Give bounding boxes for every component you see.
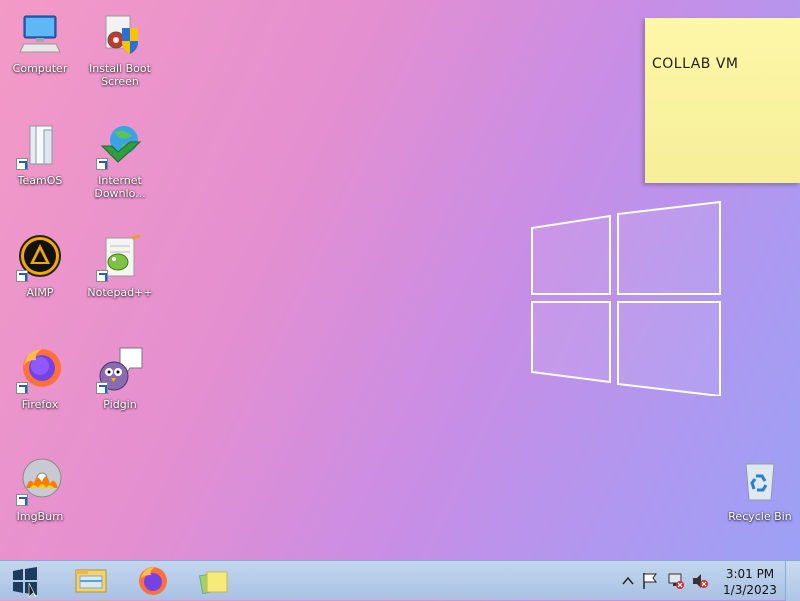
action-center-flag-icon[interactable] xyxy=(642,572,658,590)
shortcut-arrow-icon xyxy=(16,494,28,506)
desktop-icon-recycle-bin[interactable]: Recycle Bin xyxy=(720,458,800,523)
desktop: Computer Install Boot Screen TeamOS Inte… xyxy=(0,0,800,560)
sticky-note[interactable]: COLLAB VM xyxy=(645,18,800,183)
idm-globe-icon xyxy=(96,122,144,170)
desktop-icon-teamos[interactable]: TeamOS xyxy=(0,122,80,187)
icon-label: Notepad++ xyxy=(87,286,153,299)
start-orb-icon xyxy=(13,567,37,597)
recycle-bin-icon xyxy=(736,458,784,506)
shortcut-arrow-icon xyxy=(16,158,28,170)
icon-label: Internet Downlo... xyxy=(94,174,146,200)
desktop-icon-firefox[interactable]: Firefox xyxy=(0,346,80,411)
shortcut-arrow-icon xyxy=(16,270,28,282)
sticky-notes-icon xyxy=(199,571,228,595)
imgburn-disc-icon xyxy=(16,458,64,506)
shortcut-arrow-icon xyxy=(16,382,28,394)
icon-label: Pidgin xyxy=(103,398,137,411)
start-button[interactable] xyxy=(0,563,50,599)
icon-label: Install Boot Screen xyxy=(89,62,151,88)
sticky-note-text[interactable]: COLLAB VM xyxy=(652,56,739,72)
computer-icon xyxy=(16,10,64,58)
taskbar-clock[interactable]: 3:01 PM 1/3/2023 xyxy=(716,563,784,598)
icon-label: AIMP xyxy=(26,286,54,299)
installer-icon xyxy=(96,10,144,58)
desktop-icon-notepad-plus-plus[interactable]: Notepad++ xyxy=(80,234,160,299)
file-explorer-icon xyxy=(75,569,107,593)
desktop-icon-aimp[interactable]: AIMP xyxy=(0,234,80,299)
firefox-icon xyxy=(16,346,64,394)
notepad-plus-plus-icon xyxy=(96,234,144,282)
taskbar: 3:01 PM 1/3/2023 xyxy=(0,560,800,601)
icon-label: Firefox xyxy=(21,398,59,411)
desktop-icon-install-boot-screen[interactable]: Install Boot Screen xyxy=(80,10,160,88)
desktop-icon-internet-download-manager[interactable]: Internet Downlo... xyxy=(80,122,160,200)
pidgin-icon xyxy=(96,346,144,394)
icon-label: Computer xyxy=(12,62,68,75)
clock-time: 3:01 PM xyxy=(725,567,775,581)
icon-label: ImgBurn xyxy=(16,510,64,523)
windows-logo-wallpaper xyxy=(531,200,721,396)
aimp-icon xyxy=(16,234,64,282)
network-disconnected-icon[interactable] xyxy=(667,572,685,590)
desktop-icon-computer[interactable]: Computer xyxy=(0,10,80,75)
icon-label: Recycle Bin xyxy=(728,510,792,523)
firefox-icon xyxy=(139,567,167,595)
clock-date: 1/3/2023 xyxy=(723,583,777,597)
show-desktop-button[interactable] xyxy=(785,561,800,601)
taskbar-file-explorer[interactable] xyxy=(66,563,116,599)
show-hidden-icons-chevron-icon[interactable] xyxy=(622,575,634,587)
volume-muted-icon[interactable] xyxy=(691,572,709,590)
folder-icon xyxy=(16,122,64,170)
desktop-icon-imgburn[interactable]: ImgBurn xyxy=(0,458,80,523)
desktop-icon-pidgin[interactable]: Pidgin xyxy=(80,346,160,411)
shortcut-arrow-icon xyxy=(96,158,108,170)
shortcut-arrow-icon xyxy=(96,270,108,282)
icon-label: TeamOS xyxy=(17,174,63,187)
shortcut-arrow-icon xyxy=(96,382,108,394)
taskbar-sticky-notes[interactable] xyxy=(188,563,238,599)
taskbar-firefox[interactable] xyxy=(128,563,178,599)
